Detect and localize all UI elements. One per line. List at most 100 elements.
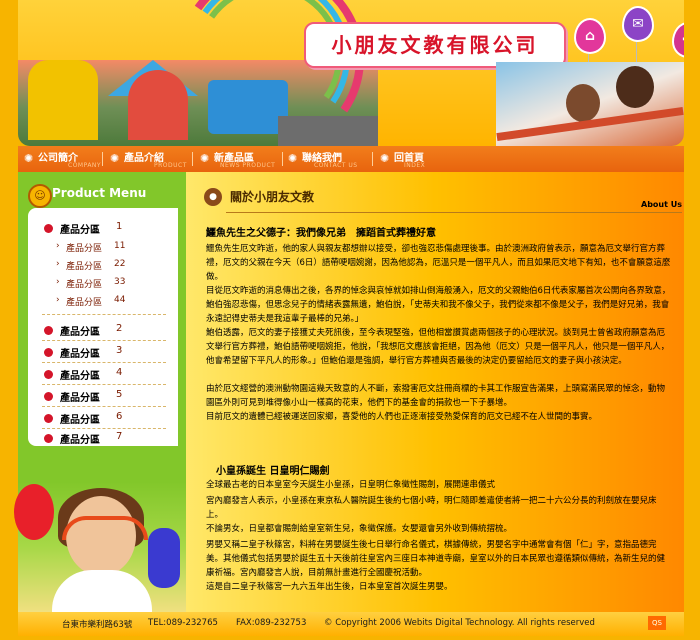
apple-icon xyxy=(44,392,53,401)
arrow-right-icon: › xyxy=(56,259,60,269)
sun-icon: ✺ xyxy=(288,152,298,165)
article-paragraph: 宮內廳發言人表示，小皇孫在東京私人醫院誕生後約七個小時，明仁隨即差遣使者將一把二… xyxy=(206,496,657,520)
menu-divider xyxy=(42,428,166,429)
lion-icon: ☺ xyxy=(28,184,52,208)
nav-separator xyxy=(372,152,373,166)
nav-separator xyxy=(192,152,193,166)
menu-divider xyxy=(42,384,166,385)
submenu-number: 11 xyxy=(114,241,126,251)
child-figure xyxy=(566,84,600,122)
nav-product[interactable]: ✺ 產品介紹 PRODUCT xyxy=(110,146,202,172)
article-paragraph: 鮑伯透露，厄文的妻子接獲丈夫死訊後，至今表現堅強，但他相當讚賞處兩個孩子的心理狀… xyxy=(206,328,670,366)
qs-badge[interactable]: QS xyxy=(648,616,666,630)
menu-divider xyxy=(42,406,166,407)
section-divider xyxy=(226,212,682,213)
arrow-right-icon: › xyxy=(56,295,60,305)
article-paragraph: 鱷魚先生厄文昨逝，他的家人與親友都想辦以接受，卻也強忍悲傷處理後事。由於澳洲政府… xyxy=(206,244,671,282)
nav-sublabel: INDEX xyxy=(404,162,426,169)
menu-item-number: 1 xyxy=(116,221,123,232)
article-paragraph: 不論男女，日皇都會賜劍給皇室新生兒，象徵保護。女嬰還會另外收到傳統摺梳。 xyxy=(206,524,513,534)
article-paragraph: 全球最古老的日本皇室今天誕生小皇孫，日皇明仁象徵性賜劍，展開連串儀式 xyxy=(206,480,496,490)
page-frame: 小朋友文教有限公司 ⌂ ✉ ✚ ✺ 公司簡介 COMPANY ✺ 產品介紹 PR… xyxy=(0,0,700,640)
apple-icon xyxy=(44,326,53,335)
article-paragraph: 由於厄文經營的澳洲動物園這幾天致意的人不斷，索撥害厄文註冊商標的卡其工作服宣告滿… xyxy=(206,384,666,408)
child-figure xyxy=(616,66,654,108)
nav-new-product[interactable]: ✺ 新產品區 NEWS PRODUCT xyxy=(200,146,292,172)
sun-icon: ✺ xyxy=(380,152,390,165)
arrow-right-icon: › xyxy=(56,241,60,251)
submenu-label: 產品分區 xyxy=(66,262,103,272)
article-paragraph: 目從厄文昨逝的消息傳出之後，各界的悼念與哀悼就如排山倒海般湧入，厄文的父親鮑伯6… xyxy=(206,286,671,324)
footer-copyright: © Copyright 2006 Webits Digital Technolo… xyxy=(324,618,595,628)
apple-icon xyxy=(44,224,53,233)
mail-icon[interactable]: ✉ xyxy=(622,6,654,42)
header-banner: 小朋友文教有限公司 ⌂ ✉ ✚ xyxy=(18,0,684,146)
sun-icon: ✺ xyxy=(200,152,210,165)
article-paragraph: 男嬰又稱二皇子秋篠宮，料將在男嬰誕生後七日舉行命名儀式，棋據傳統，男嬰名字中通常… xyxy=(206,540,666,578)
sidebar: ☺ Product Menu 產品分區 1 › 產品分區 11 › 產品分區 2… xyxy=(14,172,186,612)
girl-photo xyxy=(14,482,186,612)
home-icon[interactable]: ⌂ xyxy=(574,18,606,54)
nav-separator xyxy=(102,152,103,166)
yellow-slide xyxy=(28,60,98,140)
sun-icon: ✺ xyxy=(110,152,120,165)
apple-icon xyxy=(44,434,53,443)
submenu-label: 產品分區 xyxy=(66,244,103,254)
submenu-number: 33 xyxy=(114,277,126,287)
article-title: 小皇孫誕生 日皇明仁賜劍 xyxy=(216,466,330,477)
nav-sublabel: COMPANY xyxy=(68,162,102,169)
menu-item-number: 2 xyxy=(116,323,123,334)
red-slide xyxy=(128,70,188,140)
menu-item-label: 產品分區 xyxy=(60,327,100,338)
girl-body xyxy=(52,570,152,612)
nav-sublabel: NEWS PRODUCT xyxy=(220,162,276,169)
apple-icon xyxy=(44,414,53,423)
menu-item-label: 產品分區 xyxy=(60,415,100,426)
menu-item-label: 產品分區 xyxy=(60,393,100,404)
menu-item-number: 4 xyxy=(116,367,123,378)
menu-item-number: 5 xyxy=(116,389,123,400)
apple-icon xyxy=(44,370,53,379)
main-nav: ✺ 公司簡介 COMPANY ✺ 產品介紹 PRODUCT ✺ 新產品區 NEW… xyxy=(18,146,684,172)
menu-item-label: 產品分區 xyxy=(60,435,100,446)
red-toy-figure xyxy=(14,484,54,540)
article-paragraph: 這是自二皇子秋篠宮一九六五年出生後，日本皇室首次誕生男嬰。 xyxy=(206,582,453,592)
clock-icon: ● xyxy=(204,188,222,206)
apple-icon xyxy=(44,348,53,357)
main-content: ● 關於小朋友文教 About Us 鱷魚先生之父德子：我們像兄弟 擁蹈首式葬禮… xyxy=(186,172,684,612)
submenu-label: 產品分區 xyxy=(66,298,103,308)
nav-separator xyxy=(282,152,283,166)
kids-photo xyxy=(496,62,684,146)
nav-contact[interactable]: ✺ 聯絡我們 CONTACT US xyxy=(288,146,380,172)
menu-divider xyxy=(42,314,166,315)
about-us-label: About Us xyxy=(641,200,682,209)
menu-item-number: 7 xyxy=(116,431,123,442)
submenu-number: 22 xyxy=(114,259,126,269)
plus-icon[interactable]: ✚ xyxy=(672,22,684,58)
submenu-number: 44 xyxy=(114,295,126,305)
site-title: 小朋友文教有限公司 xyxy=(331,33,539,57)
menu-item-number: 3 xyxy=(116,345,123,356)
blue-toy-figure xyxy=(148,528,180,588)
arrow-right-icon: › xyxy=(56,277,60,287)
menu-title: Product Menu xyxy=(52,186,147,200)
menu-divider xyxy=(42,340,166,341)
product-menu-header: ☺ Product Menu xyxy=(18,182,186,208)
footer-fax: FAX:089-232753 xyxy=(236,618,307,628)
menu-item-label: 產品分區 xyxy=(60,349,100,360)
menu-item-number: 6 xyxy=(116,411,123,422)
nav-home[interactable]: ✺ 回首頁 INDEX xyxy=(380,146,460,172)
sun-icon: ✺ xyxy=(24,152,34,165)
article-title: 鱷魚先生之父德子：我們像兄弟 擁蹈首式葬禮好意 xyxy=(206,228,436,239)
section-header: ● 關於小朋友文教 About Us xyxy=(186,182,684,213)
section-title: 關於小朋友文教 xyxy=(230,190,315,204)
nav-sublabel: CONTACT US xyxy=(314,162,358,169)
menu-item-label: 產品分區 xyxy=(60,225,100,236)
submenu-label: 產品分區 xyxy=(66,280,103,290)
product-menu: 產品分區 1 › 產品分區 11 › 產品分區 22 › 產品分區 33 › 產… xyxy=(28,208,178,446)
article-paragraph: 目前厄文的遺體已經被運送回家鄉，喜愛他的人們也正逐漸接受熱愛保育的厄文已經不在人… xyxy=(206,412,598,422)
menu-divider xyxy=(42,362,166,363)
footer-tel: TEL:089-232765 xyxy=(148,618,218,628)
menu-item-label: 產品分區 xyxy=(60,371,100,382)
footer-address: 台東市樂利路63號 xyxy=(62,620,133,630)
